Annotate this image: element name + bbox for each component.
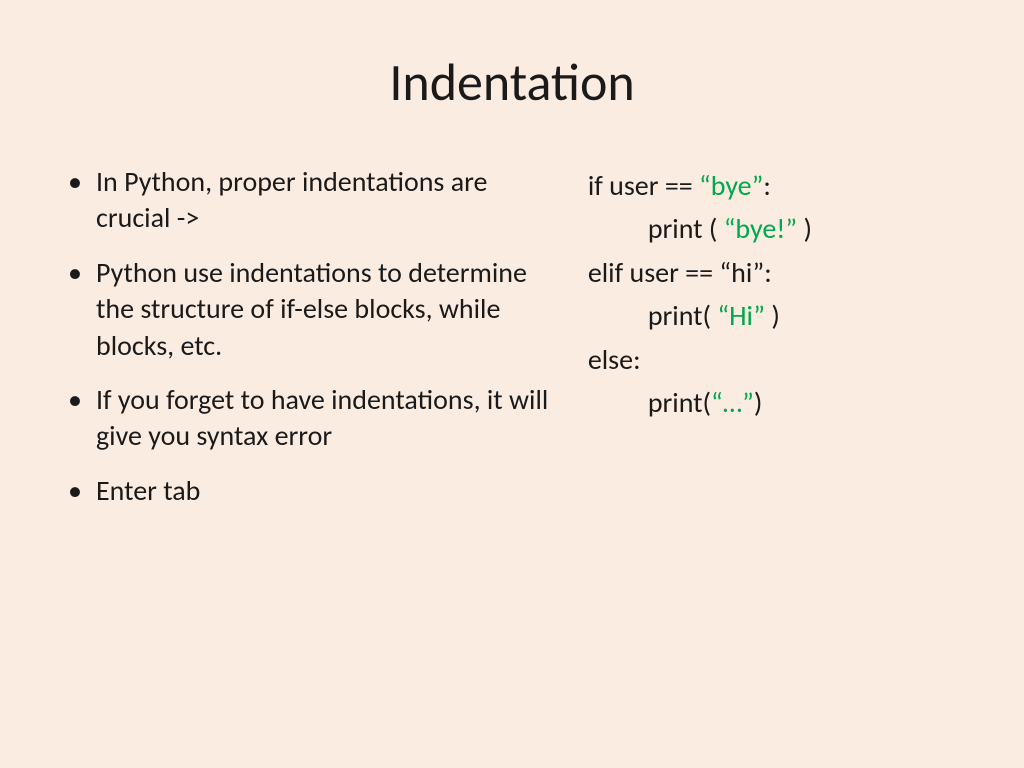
- code-text: elif user == “hi”:: [588, 255, 772, 290]
- code-line: print(“…”): [588, 381, 964, 424]
- code-text: print (: [648, 211, 724, 246]
- code-text: ): [765, 298, 780, 333]
- code-string: “…”: [711, 385, 754, 420]
- code-text: ): [797, 211, 812, 246]
- code-text: ): [754, 385, 763, 420]
- code-line: print ( “bye!” ): [588, 207, 964, 250]
- bullet-item: In Python, proper indentations are cruci…: [60, 164, 568, 237]
- code-line: if user == “bye”:: [588, 164, 964, 207]
- bullet-item: If you forget to have indentations, it w…: [60, 382, 568, 455]
- code-line: else:: [588, 338, 964, 381]
- slide: Indentation In Python, proper indentatio…: [0, 0, 1024, 768]
- right-column: if user == “bye”: print ( “bye!” ) elif …: [588, 164, 964, 527]
- bullet-item: Python use indentations to determine the…: [60, 255, 568, 364]
- code-text: if user ==: [588, 168, 699, 203]
- left-column: In Python, proper indentations are cruci…: [60, 164, 568, 527]
- code-string: “bye”: [699, 168, 763, 203]
- bullet-item: Enter tab: [60, 473, 568, 509]
- code-line: print( “Hi” ): [588, 294, 964, 337]
- code-line: elif user == “hi”:: [588, 251, 964, 294]
- bullet-list: In Python, proper indentations are cruci…: [60, 164, 568, 509]
- code-block: if user == “bye”: print ( “bye!” ) elif …: [588, 164, 964, 424]
- content-area: In Python, proper indentations are cruci…: [60, 164, 964, 527]
- code-text: print(: [648, 298, 718, 333]
- code-string: “bye!”: [724, 211, 797, 246]
- slide-title: Indentation: [60, 50, 964, 114]
- code-string: “Hi”: [717, 298, 765, 333]
- code-text: else:: [588, 342, 641, 377]
- code-text: :: [763, 168, 771, 203]
- code-text: print(: [648, 385, 711, 420]
